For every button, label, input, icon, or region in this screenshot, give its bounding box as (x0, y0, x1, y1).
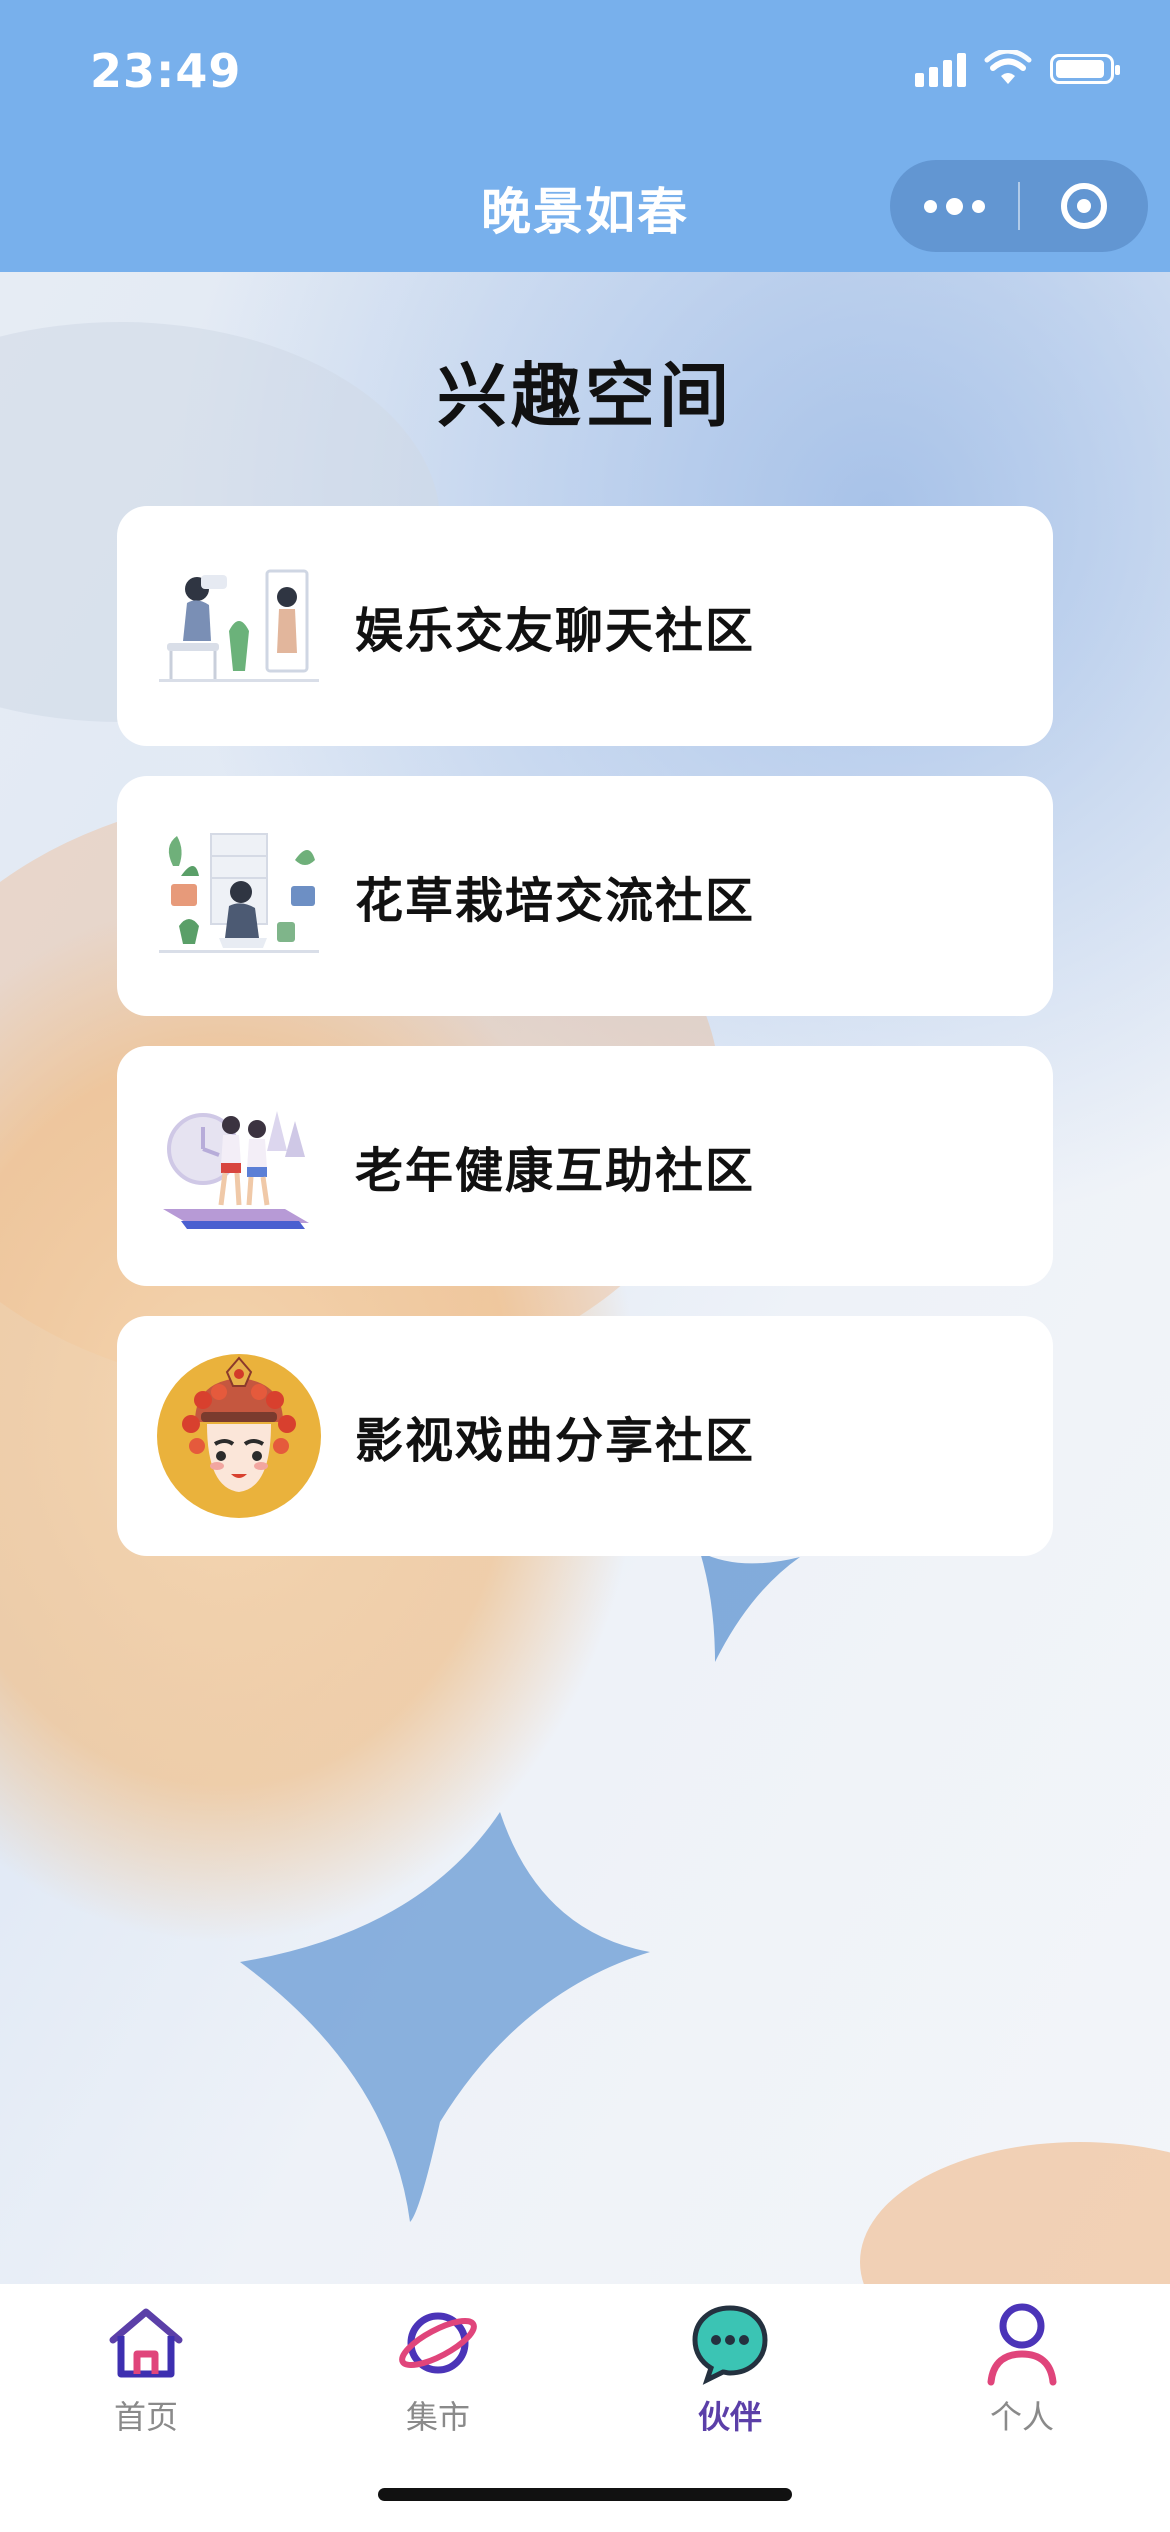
community-card-gardening[interactable]: 花草栽培交流社区 (117, 776, 1053, 1016)
social-chat-illustration (149, 536, 329, 716)
gardening-illustration (149, 806, 329, 986)
community-label: 花草栽培交流社区 (355, 873, 756, 929)
planet-icon (399, 2312, 477, 2374)
app-screen: 23:49 晚景如春 兴趣空间 娱乐交友聊天社区 花草栽培交流社区 老年健康互助… (0, 0, 1170, 2532)
status-icons (915, 50, 1120, 88)
tab-label: 集市 (405, 2398, 470, 2436)
target-close-icon (1061, 183, 1107, 229)
miniprogram-capsule (890, 160, 1148, 252)
tab-label: 伙伴 (697, 2398, 762, 2436)
community-label: 影视戏曲分享社区 (355, 1413, 756, 1469)
status-time: 23:49 (90, 44, 242, 98)
page-title: 兴趣空间 (437, 355, 733, 437)
cellular-signal-icon (915, 51, 966, 87)
community-list: 娱乐交友聊天社区 花草栽培交流社区 老年健康互助社区 影视戏曲分享社区 (117, 506, 1053, 1586)
community-card-opera[interactable]: 影视戏曲分享社区 (117, 1316, 1053, 1556)
tab-label: 首页 (113, 2398, 178, 2436)
fitness-illustration (149, 1076, 329, 1256)
battery-icon (1050, 54, 1120, 84)
person-icon (987, 2303, 1057, 2386)
wifi-icon (984, 50, 1032, 84)
tab-profile[interactable]: 个人 (876, 2300, 1168, 2450)
app-header: 23:49 晚景如春 (0, 0, 1170, 272)
home-icon (109, 2308, 183, 2378)
community-card-health[interactable]: 老年健康互助社区 (117, 1046, 1053, 1286)
tab-home[interactable]: 首页 (0, 2300, 292, 2450)
community-card-social[interactable]: 娱乐交友聊天社区 (117, 506, 1053, 746)
home-indicator (378, 2488, 792, 2501)
tab-market[interactable]: 集市 (292, 2300, 584, 2450)
close-miniprogram-button[interactable] (1020, 160, 1148, 252)
more-dots-icon[interactable] (890, 160, 1018, 252)
chat-bubble-icon (692, 2305, 768, 2385)
tab-partners[interactable]: 伙伴 (584, 2300, 876, 2450)
community-label: 娱乐交友聊天社区 (355, 603, 756, 659)
community-label: 老年健康互助社区 (355, 1143, 756, 1199)
tab-label: 个人 (989, 2398, 1054, 2436)
opera-mask-illustration (149, 1346, 329, 1526)
